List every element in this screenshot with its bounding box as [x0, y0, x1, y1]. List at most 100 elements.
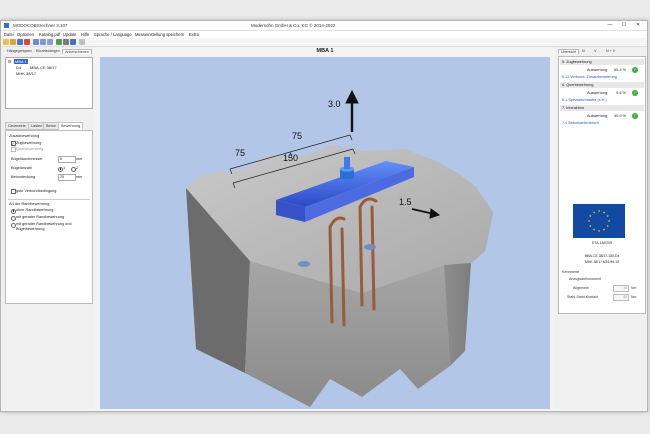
tab-beton[interactable]: Beton [43, 122, 59, 130]
title-bar: MODOCOBSrechner 3.107 Modersohn GmbH & C… [1, 21, 647, 31]
zugbewehrung-label: Zugbewehrung [16, 140, 42, 145]
betondeckung-label: Betondeckung [11, 175, 36, 179]
left-panel: Hängegerippen Einzelsträngen Ankerschien… [1, 47, 93, 409]
divider [8, 199, 90, 200]
buegelanzahl-opt2-label: 2 [76, 166, 79, 170]
svg-text:★: ★ [603, 210, 606, 214]
app-title: MODOCOBSrechner 3.107 [13, 23, 68, 28]
ok-check-icon: ✓ [632, 113, 638, 119]
result-label-interaktion: Auswertung [587, 114, 608, 118]
result-label-zug: Auswertung [587, 68, 608, 72]
3d-viewport[interactable]: 75 75 150 3.0 1.5 [100, 57, 550, 409]
kennwerte-title: Kennwerte [562, 270, 580, 274]
menu-katalog[interactable]: Katalog.pdf [39, 32, 60, 37]
maximize-button[interactable]: ☐ [619, 22, 629, 29]
zusatz-title: Zusatzbewehrung [9, 134, 40, 138]
tab-geometrie[interactable]: Geometrie [5, 122, 29, 130]
result-label-quer: Auswertung [587, 91, 608, 95]
paste-icon[interactable] [40, 39, 46, 45]
reinforcement-panel: Zusatzbewehrung Zugbewehrung Querbewehru… [5, 130, 93, 304]
tree-item-mba1[interactable]: MBA 1 [14, 59, 28, 64]
tab-bewehrung[interactable]: Bewehrung [58, 122, 84, 130]
betondeckung-unit: mm [76, 175, 83, 179]
product-line-1: MBA-CE 38/17-150-D4 [584, 254, 620, 258]
info-icon[interactable] [79, 39, 85, 45]
tab-haengegerippen[interactable]: Hängegerippen [5, 49, 34, 53]
ok-check-icon: ✓ [632, 90, 638, 96]
dim-label-150: 150 [283, 153, 299, 163]
betondeckung-input[interactable]: 25 [58, 174, 76, 181]
concrete-model-svg [186, 89, 493, 407]
save-icon[interactable] [17, 39, 23, 45]
calculate-icon[interactable] [56, 39, 62, 45]
tab-ankerschienen[interactable]: Ankerschienen [62, 49, 92, 54]
tree-expander-icon[interactable]: ⊟ [8, 59, 11, 64]
app-icon [4, 23, 9, 28]
allgemein-unit: Nm [631, 286, 637, 290]
dim-label-75-right: 75 [292, 131, 303, 141]
load-label-n: 3.0 [328, 99, 341, 109]
tree-item-d4-label[interactable]: MBA-CE 38/17 [30, 65, 57, 70]
menu-optionen[interactable]: Optionen [17, 32, 34, 37]
menu-update[interactable]: Update [63, 32, 77, 37]
close-button[interactable]: ✕ [633, 22, 643, 29]
tab-einzelstraengen[interactable]: Einzelsträngen [34, 49, 62, 53]
menu-messeinstellung[interactable]: Messeinstellung speichern [135, 32, 184, 37]
result-link-quer[interactable]: 6.1 Spezialschraube (s.H.) [562, 98, 607, 102]
rand-opt1-label: ohne Randbewehrung [16, 208, 54, 212]
tab-n-plus-v[interactable]: N + V [604, 49, 617, 53]
application-window: MODOCOBSrechner 3.107 Modersohn GmbH & C… [0, 20, 648, 412]
querbewehrung-label: Querbewehrung [16, 146, 44, 151]
svg-text:★: ★ [598, 229, 601, 233]
svg-text:★: ★ [589, 214, 592, 218]
menu-sprache[interactable]: Sprache / Language [94, 32, 132, 37]
menu-datei[interactable]: Datei [4, 32, 14, 37]
tree-item-mhk[interactable]: MHK 38/17 [16, 71, 36, 76]
viewport-title: MBA 1 [316, 48, 334, 54]
print-icon[interactable] [63, 39, 69, 45]
rand-opt2-label: mit gerader Randbewehrung [16, 215, 65, 219]
eu-eta-logo: ★ ★ ★ ★ ★ ★ ★ ★ ★ ★ ★ ★ [573, 204, 625, 238]
results-panel: 5. Zugbewehrung Auswertung 65.4 % ✓ 5.11… [558, 56, 646, 314]
settings-icon[interactable] [47, 39, 53, 45]
company-title: Modersohn GmbH & Co. KG © 2014-2022 [251, 23, 336, 28]
export-icon[interactable] [70, 39, 76, 45]
stahl-field: 40 [613, 294, 629, 301]
allgemein-field: 15 [613, 285, 629, 292]
result-link-interaktion[interactable]: 7.4 Betonkantenbruch [562, 121, 599, 125]
menu-bar: Datei Optionen Katalog.pdf Update Hilfe … [1, 31, 647, 38]
minimize-button[interactable]: — [605, 22, 615, 29]
svg-text:★: ★ [606, 214, 609, 218]
project-tree: ⊟ MBA 1 D4 MBA-CE 38/17 MHK 38/17 [5, 57, 93, 109]
tab-uebersicht[interactable]: Übersicht [558, 49, 580, 54]
tab-n[interactable]: N [580, 49, 587, 53]
tab-v[interactable]: V [592, 49, 598, 53]
svg-text:★: ★ [593, 228, 596, 232]
buegeldurchmesser-select[interactable]: 8 [58, 156, 76, 163]
right-panel: Übersicht N V N + V 5. Zugbewehrung Ausw… [555, 47, 647, 409]
rand-title: Art der Randbewehrung [9, 202, 50, 206]
buegeldurchmesser-label: Bügeldurchmesser [11, 157, 43, 161]
copy-icon[interactable] [33, 39, 39, 45]
eu-stars-icon: ★ ★★ ★★★ ★★★ ★★★ [588, 209, 611, 233]
buegeldurchmesser-unit: mm [76, 157, 83, 161]
open-folder-icon[interactable] [10, 39, 16, 45]
result-link-zug[interactable]: 5.11 Verbund- Zusatzbewehrung [562, 75, 617, 79]
svg-text:★: ★ [593, 210, 596, 214]
buegelanzahl-opt1-label: 1 [63, 166, 66, 170]
delete-icon[interactable] [24, 39, 30, 45]
anzug-title: Anzugsdrehmoment [569, 277, 602, 281]
new-file-icon[interactable] [3, 39, 9, 45]
stahl-label: Stahl-Stahl-Kontakt [567, 295, 598, 299]
svg-text:★: ★ [598, 209, 601, 213]
eta-number: ETA-13/0209 [592, 241, 612, 245]
svg-text:★: ★ [606, 224, 609, 228]
tree-item-d4-code[interactable]: D4 [16, 65, 21, 70]
dim-label-75-left: 75 [235, 148, 246, 158]
buegelanzahl-label: Bügelanzahl [11, 166, 32, 170]
viewport-area: MBA 1 75 75 150 3.0 1.5 [98, 47, 552, 409]
menu-extra[interactable]: Extra [189, 32, 199, 37]
menu-hilfe[interactable]: Hilfe [81, 32, 89, 37]
rand-opt3-label: mit gerader Randbewehrung und Bügelbeweh… [16, 222, 72, 231]
svg-text:★: ★ [608, 219, 611, 223]
